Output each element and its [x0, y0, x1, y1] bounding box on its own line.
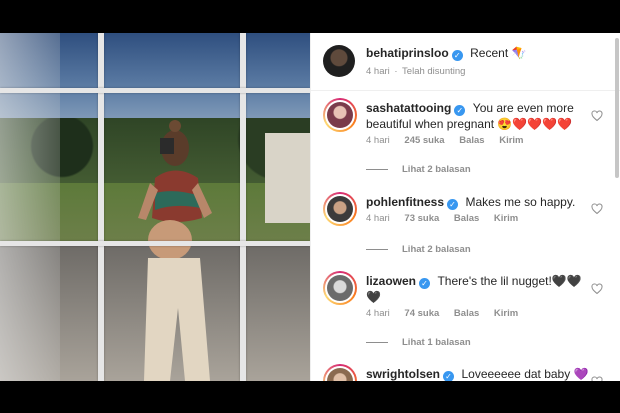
- comment-text: Loveeeeee dat baby 💜: [461, 367, 589, 381]
- comment-likes[interactable]: 74 suka: [404, 308, 439, 319]
- window-frame-horizontal-top: [0, 88, 310, 93]
- verified-badge-icon: ✓: [419, 278, 431, 289]
- heart-icon[interactable]: [591, 376, 603, 381]
- verified-badge-icon: ✓: [454, 105, 466, 116]
- comment-text-block: sashatattooing ✓ You are even more beauti…: [366, 100, 596, 132]
- comment-likes[interactable]: 73 suka: [404, 213, 439, 224]
- send-button[interactable]: Kirim: [494, 308, 518, 319]
- comment-username[interactable]: sashatattooing: [366, 101, 451, 115]
- commenter-avatar[interactable]: [323, 192, 357, 226]
- comment-meta: 4 hari 245 suka Balas Kirim: [366, 135, 536, 146]
- verified-badge-icon: ✓: [447, 199, 459, 210]
- comment-time[interactable]: 4 hari: [366, 135, 390, 146]
- reply-button[interactable]: Balas: [454, 213, 479, 224]
- comment-username[interactable]: pohlenfitness: [366, 195, 444, 209]
- replies-divider: [366, 248, 388, 250]
- view-replies-button[interactable]: Lihat 2 balasan: [366, 244, 471, 255]
- comments-panel: behatiprinsloo ✓ Recent 🪁 4 hari · Telah …: [310, 33, 620, 381]
- verified-badge-icon: ✓: [443, 371, 455, 381]
- window-frame-vertical-right: [240, 33, 246, 381]
- comment-text: Makes me so happy.: [465, 195, 576, 209]
- comment-time[interactable]: 4 hari: [366, 308, 390, 319]
- reply-button[interactable]: Balas: [459, 135, 484, 146]
- caption-line: behatiprinsloo ✓ Recent 🪁: [366, 44, 526, 62]
- comments-scrollbar[interactable]: [615, 38, 619, 178]
- instagram-post-frame: behatiprinsloo ✓ Recent 🪁 4 hari · Telah …: [0, 33, 620, 381]
- author-username[interactable]: behatiprinsloo: [366, 46, 449, 60]
- comment-text-block: swrightolsen ✓ Loveeeeee dat baby 💜: [366, 366, 596, 381]
- reply-button[interactable]: Balas: [454, 308, 479, 319]
- post-header: behatiprinsloo ✓ Recent 🪁 4 hari · Telah …: [311, 33, 620, 91]
- photo-curtain: [0, 33, 60, 381]
- author-avatar[interactable]: [323, 45, 355, 77]
- window-frame-horizontal-bottom: [0, 241, 310, 246]
- window-frame-vertical-left: [98, 33, 104, 381]
- comment-meta: 4 hari 74 suka Balas Kirim: [366, 308, 530, 319]
- view-replies-button[interactable]: Lihat 1 balasan: [366, 337, 471, 348]
- view-replies-label: Lihat 2 balasan: [402, 244, 471, 255]
- heart-icon[interactable]: [591, 283, 603, 295]
- heart-icon[interactable]: [591, 203, 603, 215]
- replies-divider: [366, 341, 388, 343]
- view-replies-button[interactable]: Lihat 2 balasan: [366, 164, 471, 175]
- send-button[interactable]: Kirim: [499, 135, 523, 146]
- commenter-avatar[interactable]: [323, 98, 357, 132]
- post-photo[interactable]: [0, 33, 310, 381]
- comment-username[interactable]: lizaowen: [366, 274, 416, 288]
- post-caption: Recent 🪁: [470, 46, 527, 60]
- comment-time[interactable]: 4 hari: [366, 213, 390, 224]
- comment-likes[interactable]: 245 suka: [404, 135, 444, 146]
- post-time[interactable]: 4 hari: [366, 66, 390, 77]
- comment-text-block: pohlenfitness ✓ Makes me so happy.: [366, 194, 596, 210]
- view-replies-label: Lihat 1 balasan: [402, 337, 471, 348]
- comment-username[interactable]: swrightolsen: [366, 367, 440, 381]
- heart-icon[interactable]: [591, 110, 603, 122]
- post-edited: Telah disunting: [402, 66, 466, 77]
- verified-badge-icon: ✓: [451, 50, 463, 61]
- commenter-avatar[interactable]: [323, 271, 357, 305]
- photo-house: [265, 133, 310, 223]
- comment-meta: 4 hari 73 suka Balas Kirim: [366, 213, 530, 224]
- view-replies-label: Lihat 2 balasan: [402, 164, 471, 175]
- post-meta: 4 hari · Telah disunting: [366, 66, 466, 77]
- comment-text-block: lizaowen ✓ There's the lil nugget!🖤🖤🖤: [366, 273, 596, 305]
- commenter-avatar[interactable]: [323, 364, 357, 381]
- send-button[interactable]: Kirim: [494, 213, 518, 224]
- replies-divider: [366, 168, 388, 170]
